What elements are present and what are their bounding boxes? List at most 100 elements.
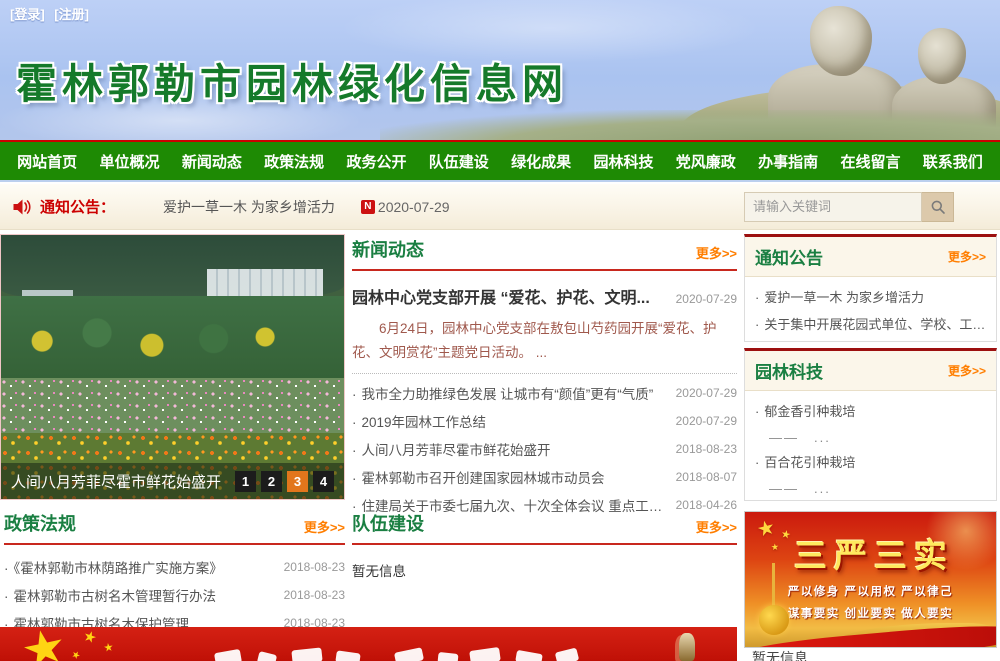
news-date: 2020-07-29 (676, 386, 737, 400)
calligraphy-stroke (555, 648, 579, 661)
star-icon (82, 629, 97, 644)
news-section: 新闻动态 更多>> 园林中心党支部开展 “爱花、护花、文明... 2020-07… (352, 236, 737, 519)
calligraphy-stroke (335, 650, 360, 661)
tech-item-summary: —— ... (755, 477, 986, 502)
calligraphy-stroke (214, 649, 242, 661)
new-icon: N (361, 200, 375, 214)
nav-item-news[interactable]: 新闻动态 (178, 151, 246, 172)
policy-date: 2018-08-23 (284, 588, 345, 602)
slideshow-photo (1, 235, 344, 499)
notice-box: 通知公告 更多>> 爱护一草一木 为家乡增活力 关于集中开展花园式单位、学校、工… (744, 234, 997, 342)
notice-item-link[interactable]: 爱护一草一木 为家乡增活力 (755, 285, 986, 312)
pager-2[interactable]: 2 (261, 471, 282, 492)
nav-item-greening-results[interactable]: 绿化成果 (507, 151, 575, 172)
bottom-banner[interactable] (0, 627, 737, 661)
distant-hill (380, 110, 1000, 140)
notice-box-more-link[interactable]: 更多>> (948, 248, 986, 265)
tech-box-head: 园林科技 更多>> (745, 351, 996, 391)
slideshow-pager: 1 2 3 4 (230, 471, 334, 492)
slideshow-caption-bar: 人间八月芳菲尽霍市鲜花始盛开 1 2 3 4 (1, 463, 344, 499)
main-nav: 网站首页 单位概况 新闻动态 政策法规 政务公开 队伍建设 绿化成果 园林科技 … (0, 140, 1000, 182)
news-date: 2018-08-07 (676, 470, 737, 484)
news-more-link[interactable]: 更多>> (696, 243, 737, 262)
flagpole-shape (772, 563, 775, 609)
nav-item-contact[interactable]: 联系我们 (919, 151, 987, 172)
calligraphy-stroke (394, 647, 424, 661)
nav-item-garden-tech[interactable]: 园林科技 (589, 151, 657, 172)
news-link[interactable]: 我市全力助推绿色发展 让城市有“颜值”更有“气质” (352, 383, 668, 403)
team-empty-text: 暂无信息 (352, 560, 737, 580)
calligraphy-stroke (291, 647, 322, 661)
nav-item-service-guide[interactable]: 办事指南 (754, 151, 822, 172)
pager-1[interactable]: 1 (235, 471, 256, 492)
nav-item-online-message[interactable]: 在线留言 (836, 151, 904, 172)
nav-item-party-conduct[interactable]: 党风廉政 (672, 151, 740, 172)
policy-section: 政策法规 更多>> 《霍林郭勒市林荫路推广实施方案》 2018-08-23 霍林… (4, 510, 345, 637)
search-input[interactable] (744, 192, 922, 222)
tech-item-link[interactable]: 郁金香引种栽培 (755, 399, 986, 426)
policy-section-title: 政策法规 (4, 510, 76, 536)
three-strict-banner[interactable]: ★ ★ ★ 三严三实 严以修身 严以用权 严以律己 谋事要实 创业要实 做人要实 (744, 511, 997, 648)
statue-head-small (918, 28, 966, 84)
featured-news: 园林中心党支部开展 “爱花、护花、文明... 2020-07-29 (352, 284, 737, 308)
calligraphy-stroke (515, 650, 543, 661)
tech-item-summary: —— ... (755, 426, 986, 451)
nav-item-about[interactable]: 单位概况 (95, 151, 163, 172)
star-icon (103, 642, 113, 652)
tech-box: 园林科技 更多>> 郁金香引种栽培 —— ... 百合花引种栽培 —— ... (744, 348, 997, 501)
notice-box-items: 爱护一草一木 为家乡增活力 关于集中开展花园式单位、学校、工厂... (745, 277, 996, 342)
team-section: 队伍建设 更多>> 暂无信息 (352, 510, 737, 580)
calligraphy-stroke (437, 652, 458, 661)
policy-link[interactable]: 《霍林郭勒市林荫路推广实施方案》 (4, 557, 276, 577)
news-row: 我市全力助推绿色发展 让城市有“颜值”更有“气质” 2020-07-29 (352, 379, 737, 407)
news-list: 我市全力助推绿色发展 让城市有“颜值”更有“气质” 2020-07-29 201… (352, 379, 737, 519)
news-link[interactable]: 人间八月芳菲尽霍市鲜花始盛开 (352, 439, 668, 459)
tech-item-link[interactable]: 百合花引种栽培 (755, 450, 986, 477)
star-icon (71, 650, 82, 661)
team-more-link[interactable]: 更多>> (696, 517, 737, 536)
top-links: [登录] [注册] (10, 4, 95, 23)
slideshow-caption[interactable]: 人间八月芳菲尽霍市鲜花始盛开 (11, 471, 230, 492)
policy-more-link[interactable]: 更多>> (304, 517, 345, 536)
bottom-right-empty-text: 暂无信息 (752, 648, 808, 661)
party-emblem-shape (759, 605, 789, 635)
nav-item-team[interactable]: 队伍建设 (425, 151, 493, 172)
star-icon (20, 627, 67, 661)
policy-link[interactable]: 霍林郭勒市古树名木管理暂行办法 (4, 585, 276, 605)
featured-news-date: 2020-07-29 (676, 292, 737, 306)
slideshow[interactable]: 人间八月芳菲尽霍市鲜花始盛开 1 2 3 4 (0, 234, 345, 500)
notice-announcement-link[interactable]: 爱护一草一木 为家乡增活力 (163, 197, 335, 217)
statue-head-large (810, 6, 872, 76)
notice-box-title: 通知公告 (755, 244, 823, 269)
news-link[interactable]: 2019年园林工作总结 (352, 411, 668, 431)
team-section-head: 队伍建设 更多>> (352, 510, 737, 545)
search-button[interactable] (922, 192, 954, 222)
pager-3[interactable]: 3 (287, 471, 308, 492)
photo-layer-trees (1, 296, 344, 378)
notice-item-link[interactable]: 关于集中开展花园式单位、学校、工厂... (755, 312, 986, 339)
news-section-title: 新闻动态 (352, 236, 424, 262)
nav-item-home[interactable]: 网站首页 (13, 151, 81, 172)
photo-layer-pink-flowers (1, 378, 344, 433)
star-icon: ★ (771, 542, 780, 554)
notice-label: 通知公告： (40, 196, 115, 217)
featured-news-title[interactable]: 园林中心党支部开展 “爱花、护花、文明... (352, 284, 670, 308)
news-section-head: 新闻动态 更多>> (352, 236, 737, 271)
policy-date: 2018-08-23 (284, 560, 345, 574)
news-row: 霍林郭勒市召开创建国家园林城市动员会 2018-08-07 (352, 463, 737, 491)
news-date: 2020-07-29 (676, 414, 737, 428)
nav-item-policy[interactable]: 政策法规 (260, 151, 328, 172)
news-link[interactable]: 霍林郭勒市召开创建国家园林城市动员会 (352, 467, 668, 487)
login-link[interactable]: [登录] (10, 7, 45, 22)
calligraphy-stroke (257, 651, 277, 661)
site-header: [登录] [注册] 霍林郭勒市园林绿化信息网 (0, 0, 1000, 140)
register-link[interactable]: [注册] (54, 7, 89, 22)
notice-bar: 通知公告： 爱护一草一木 为家乡增活力 N 2020-07-29 (0, 184, 1000, 230)
speaker-icon (12, 198, 32, 216)
tech-box-more-link[interactable]: 更多>> (948, 362, 986, 379)
nav-item-gov-affairs[interactable]: 政务公开 (342, 151, 410, 172)
search-box (744, 192, 954, 222)
statue-figure-shape (679, 633, 695, 661)
pager-4[interactable]: 4 (313, 471, 334, 492)
tech-box-title: 园林科技 (755, 358, 823, 383)
